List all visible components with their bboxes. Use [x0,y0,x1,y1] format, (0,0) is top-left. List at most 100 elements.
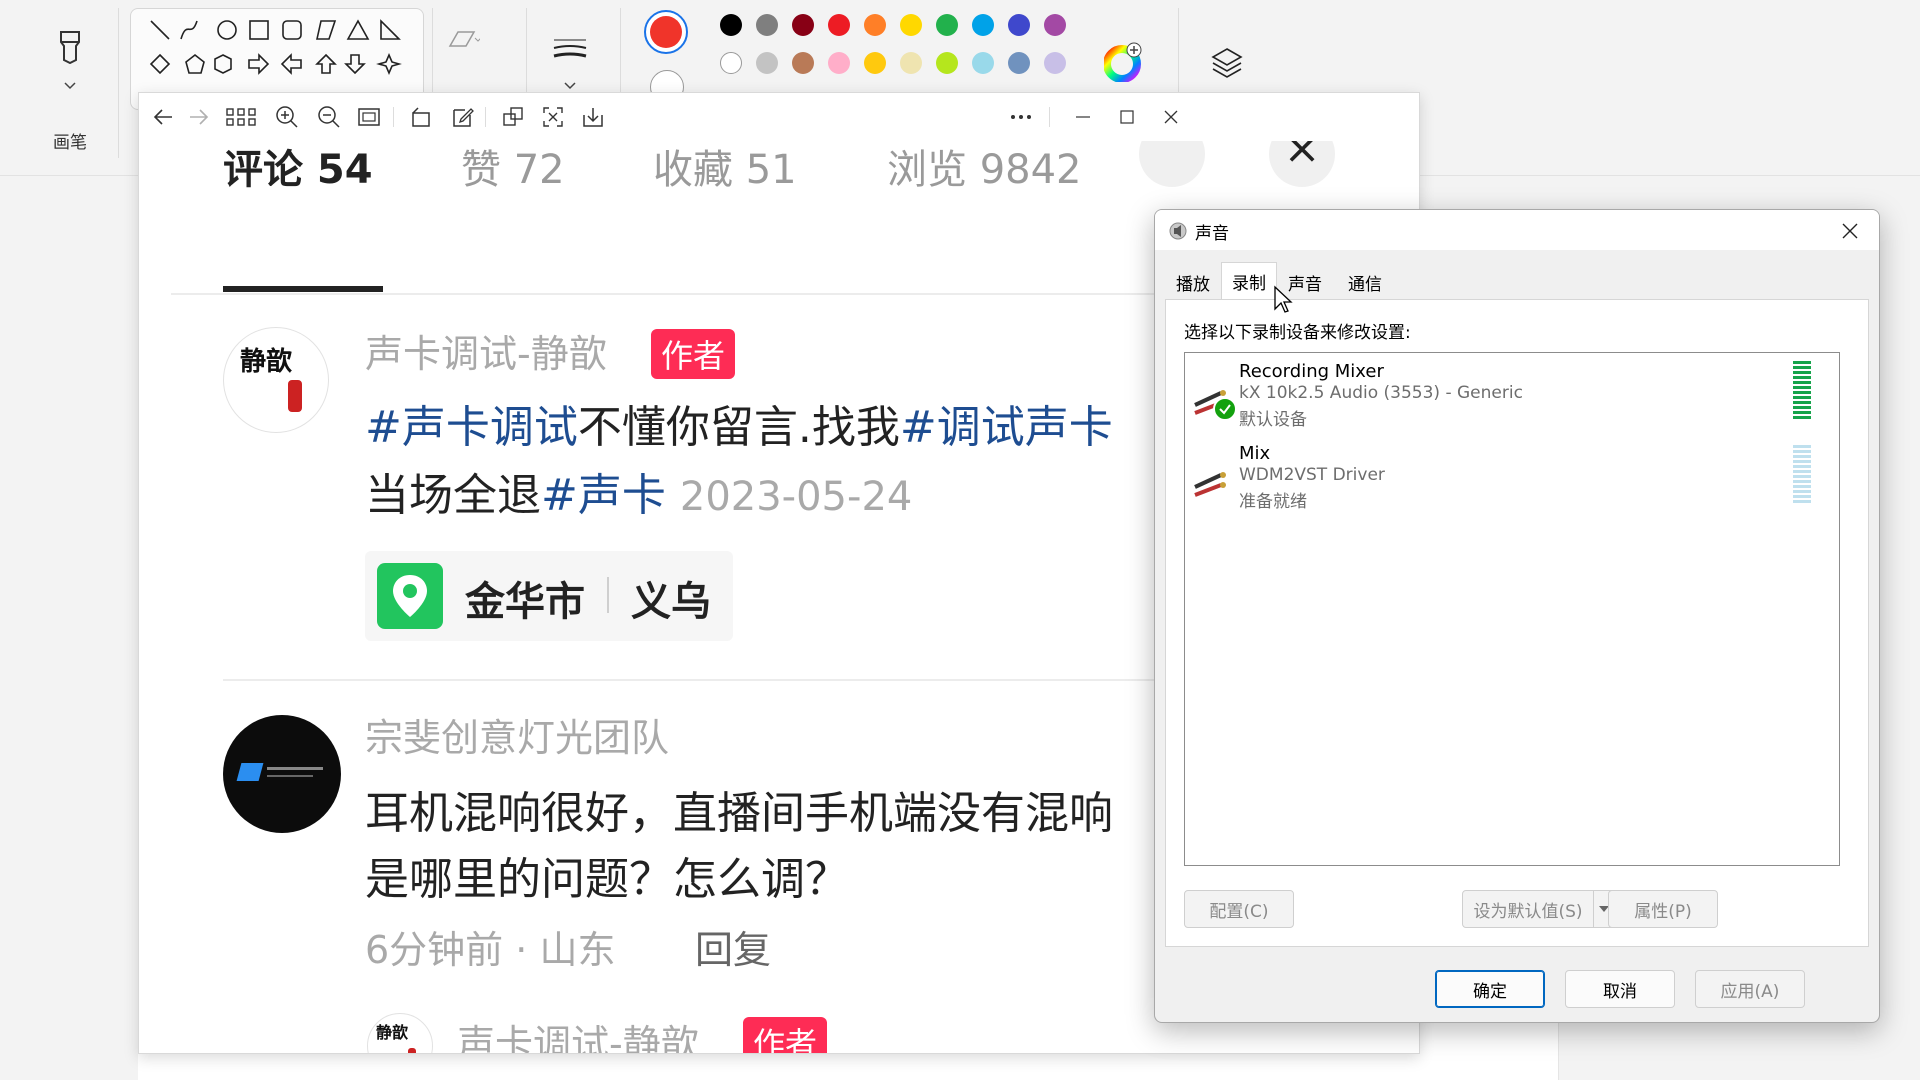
device-list[interactable]: Recording Mixer kX 10k2.5 Audio (3553) -… [1184,352,1840,866]
location-pin-icon [377,563,443,629]
configure-button[interactable]: 配置(C) [1184,890,1294,928]
level-meter-bar [1793,465,1811,468]
comment-body-line2: 当场全退#声卡 2023-05-24 [365,470,913,521]
back-arrow-icon[interactable] [151,105,175,129]
location-district: 义乌 [631,579,711,625]
fullscreen-icon[interactable] [541,105,565,129]
level-meter-bar [1793,470,1811,473]
color-swatch[interactable] [1008,14,1030,36]
chevron-down-icon[interactable] [63,80,77,90]
comment-meta: 6分钟前 · 山东 [365,928,616,972]
color-swatch[interactable] [756,14,778,36]
fit-window-icon[interactable] [357,105,381,129]
level-meter-bar [1793,500,1811,503]
tab-communications[interactable]: 通信 [1333,266,1397,298]
location-tag: 金华市 义乌 [365,551,733,641]
select-icon[interactable] [446,28,480,50]
apply-button[interactable]: 应用(A) [1695,970,1805,1008]
active-tab-underline [223,286,383,292]
color-swatch[interactable] [828,14,850,36]
instruction-text: 选择以下录制设备来修改设置: [1184,323,1411,343]
color-swatch[interactable] [720,14,742,36]
author-badge: 作者 [651,329,736,379]
ok-button[interactable]: 确定 [1435,970,1545,1008]
properties-button[interactable]: 属性(P) [1608,890,1718,928]
list-item[interactable]: Mix WDM2VST Driver 准备就绪 [1187,443,1837,515]
level-meter-bar [1793,396,1811,399]
device-name: Mix [1239,443,1271,464]
layers-icon[interactable] [1210,46,1244,80]
level-meter-bar [1793,406,1811,409]
forward-arrow-icon[interactable] [187,105,211,129]
color-swatch[interactable] [972,52,994,74]
maximize-icon[interactable] [1115,105,1139,129]
color-swatch[interactable] [972,14,994,36]
close-icon: × [1269,141,1335,187]
color-palette [720,14,1080,94]
level-meter-bar [1793,450,1811,453]
close-icon[interactable] [1159,105,1183,129]
level-meter-bar [1793,490,1811,493]
color-swatch[interactable] [900,14,922,36]
save-icon[interactable] [581,105,605,129]
color-swatch[interactable] [864,52,886,74]
avatar: 静歆 [367,1013,433,1053]
device-status: 准备就绪 [1239,492,1307,512]
color-swatch[interactable] [1044,52,1066,74]
share-icon [1139,141,1205,187]
color-swatch[interactable] [900,52,922,74]
zoom-in-icon[interactable] [275,105,299,129]
color-swatch[interactable] [1044,14,1066,36]
device-name: Recording Mixer [1239,361,1384,382]
color-swatch[interactable] [936,52,958,74]
level-meter [1793,445,1811,505]
level-meter-bar [1793,386,1811,389]
tab-recording[interactable]: 录制 [1221,262,1277,300]
level-meter-bar [1793,376,1811,379]
comment-author: 声卡调试-静歆 [365,332,607,376]
favorites-count: 收藏 51 [653,147,797,193]
author-badge: 作者 [743,1017,828,1053]
avatar [223,715,341,833]
grid-view-icon[interactable] [225,105,257,129]
minimize-icon[interactable] [1071,105,1095,129]
level-meter-bar [1793,480,1811,483]
sound-dialog: 声音 播放 录制 声音 通信 选择以下录制设备来修改设置: Recording … [1154,209,1880,1023]
primary-color-swatch [650,16,682,48]
tab-playback[interactable]: 播放 [1165,266,1221,298]
primary-color-slot[interactable] [644,10,688,54]
list-item[interactable]: Recording Mixer kX 10k2.5 Audio (3553) -… [1187,357,1837,430]
brush-tool[interactable]: 画笔 [30,20,110,160]
color-swatch[interactable] [828,52,850,74]
default-check-icon [1213,397,1237,421]
color-swatch[interactable] [792,52,814,74]
level-meter-bar [1793,371,1811,374]
color-swatch[interactable] [756,52,778,74]
dialog-title: 声音 [1195,224,1229,244]
color-swatch[interactable] [936,14,958,36]
color-swatch[interactable] [720,52,742,74]
device-driver: WDM2VST Driver [1239,465,1385,485]
brush-label: 画笔 [53,133,87,153]
stroke-size-icon[interactable] [552,34,588,66]
color-swatch[interactable] [864,14,886,36]
speaker-icon [1169,222,1187,240]
viewer-toolbar [139,93,1419,141]
cancel-button[interactable]: 取消 [1565,970,1675,1008]
edit-icon[interactable] [451,105,475,129]
level-meter-bar [1793,361,1811,364]
chevron-down-icon[interactable] [563,80,577,90]
edit-colors-icon[interactable] [1104,42,1144,82]
more-options-icon[interactable] [1009,105,1033,129]
color-swatch[interactable] [792,14,814,36]
set-default-button[interactable]: 设为默认值(S) [1462,890,1594,928]
title-bar[interactable]: 声音 [1155,210,1879,250]
line-in-icon [1194,472,1226,497]
rotate-icon[interactable] [409,105,433,129]
comment-body-line2: 是哪里的问题？怎么调？ [365,854,849,905]
color-swatch[interactable] [1008,52,1030,74]
close-icon[interactable] [1841,222,1859,240]
copy-icon[interactable] [501,105,525,129]
avatar: 静歆 [223,327,329,433]
zoom-out-icon[interactable] [317,105,341,129]
